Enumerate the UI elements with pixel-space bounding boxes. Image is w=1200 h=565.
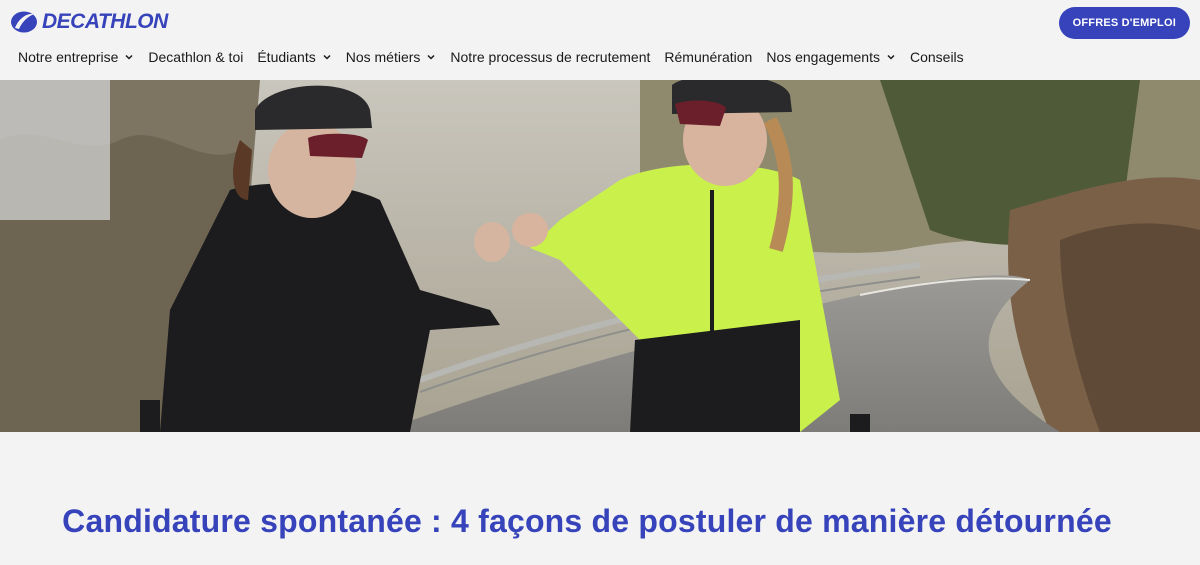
brand-name: DECATHLON xyxy=(42,10,168,33)
page-title: Candidature spontanée : 4 façons de post… xyxy=(62,503,1112,539)
nav-item-etudiants[interactable]: Étudiants xyxy=(257,49,331,65)
hero-image xyxy=(0,80,1200,432)
chevron-down-icon xyxy=(887,54,895,60)
job-offers-button[interactable]: OFFRES D'EMPLOI xyxy=(1058,7,1190,39)
chevron-down-icon xyxy=(323,54,331,60)
nav-item-nos-engagements[interactable]: Nos engagements xyxy=(766,49,896,65)
article-header: Candidature spontanée : 4 façons de post… xyxy=(0,432,1200,565)
nav-item-nos-metiers[interactable]: Nos métiers xyxy=(346,49,437,65)
nav-item-label: Notre processus de recrutement xyxy=(450,49,651,65)
chevron-down-icon xyxy=(427,54,435,60)
decathlon-swoosh-icon xyxy=(11,11,37,33)
nav-item-decathlon-et-toi[interactable]: Decathlon & toi xyxy=(148,49,243,65)
nav-item-conseils[interactable]: Conseils xyxy=(910,49,964,65)
nav-item-remuneration[interactable]: Rémunération xyxy=(664,49,752,65)
nav-item-processus-recrutement[interactable]: Notre processus de recrutement xyxy=(450,49,650,65)
nav-item-label: Decathlon & toi xyxy=(148,49,244,65)
cyclists-photo xyxy=(0,80,1200,432)
chevron-down-icon xyxy=(125,54,133,60)
nav-item-label: Conseils xyxy=(909,49,964,65)
nav-item-notre-entreprise[interactable]: Notre entreprise xyxy=(18,49,134,65)
main-nav: Notre entreprise Decathlon & toi Étudian… xyxy=(18,49,978,65)
decathlon-logo[interactable]: DECATHLON xyxy=(10,10,168,34)
site-header: DECATHLON OFFRES D'EMPLOI Notre entrepri… xyxy=(0,0,1200,80)
nav-item-label: Notre entreprise xyxy=(18,49,119,65)
nav-item-label: Rémunération xyxy=(664,49,753,65)
nav-item-label: Étudiants xyxy=(257,49,316,65)
nav-item-label: Nos métiers xyxy=(345,49,421,65)
nav-item-label: Nos engagements xyxy=(766,49,880,65)
